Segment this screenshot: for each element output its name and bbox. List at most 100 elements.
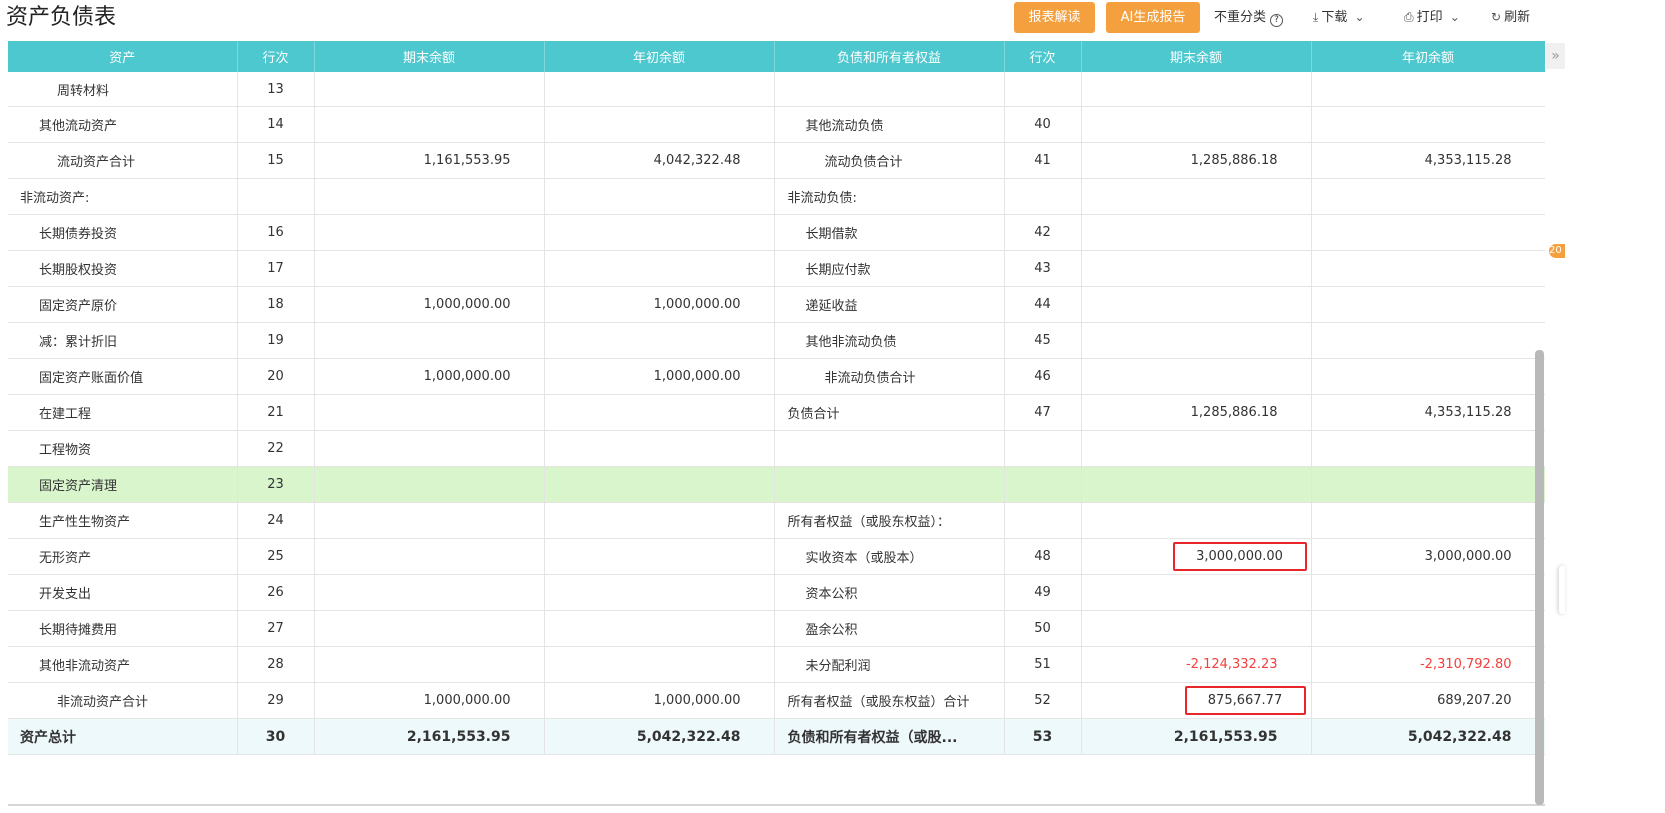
asset-ending-balance: [314, 574, 545, 611]
liability-beginning-balance: [1311, 574, 1545, 611]
asset-name: 资产总计: [8, 718, 238, 755]
print-menu[interactable]: ⎙ 打印 ⌄: [1404, 2, 1463, 33]
liability-beginning-balance: [1311, 358, 1545, 395]
asset-beginning-balance: 1,000,000.00: [544, 286, 775, 323]
liability-line-no: 42: [1004, 214, 1082, 251]
asset-ending-balance: 2,161,553.95: [314, 718, 545, 755]
table-row[interactable]: 长期待摊费用 27 盈余公积 50: [8, 610, 1545, 647]
asset-name: 无形资产: [8, 538, 238, 575]
table-header-row: 资产 行次 期末余额 年初余额 负债和所有者权益 行次 期末余额 年初余额: [8, 41, 1545, 72]
asset-beginning-balance: 1,000,000.00: [544, 358, 775, 395]
table-row[interactable]: 其他非流动资产 28 未分配利润 51 -2,124,332.23 -2,310…: [8, 646, 1545, 683]
liability-line-no: 41: [1004, 142, 1082, 179]
asset-name: 其他流动资产: [8, 106, 238, 143]
liability-ending-balance: [1081, 322, 1312, 359]
asset-line-no: 24: [237, 502, 315, 539]
table-row-selected[interactable]: 固定资产清理 23: [8, 466, 1545, 503]
table-row[interactable]: 工程物资 22: [8, 430, 1545, 467]
asset-beginning-balance: [544, 430, 775, 467]
liability-line-no: [1004, 502, 1082, 539]
asset-ending-balance: [314, 646, 545, 683]
liability-ending-balance-cell: 3,000,000.00: [1081, 538, 1312, 575]
highlighted-value-box[interactable]: 3,000,000.00: [1172, 542, 1307, 571]
asset-line-no: 19: [237, 322, 315, 359]
asset-name: 在建工程: [8, 394, 238, 431]
table-row[interactable]: 长期股权投资 17 长期应付款 43: [8, 250, 1545, 287]
table-row[interactable]: 无形资产 25 实收资本（或股本） 48 3,000,000.00 3,000,…: [8, 538, 1545, 575]
asset-ending-balance: [314, 214, 545, 251]
ai-report-button[interactable]: AI生成报告: [1106, 2, 1200, 33]
liability-name: 其他非流动负债: [774, 322, 1005, 359]
asset-line-no: 22: [237, 430, 315, 467]
print-icon: ⎙: [1404, 10, 1414, 24]
no-reclass-toggle[interactable]: 不重分类?: [1214, 2, 1284, 33]
liability-ending-balance: [1081, 250, 1312, 287]
highlighted-value-box[interactable]: 875,667.77: [1184, 686, 1306, 715]
asset-ending-balance: [314, 430, 545, 467]
table-row[interactable]: 周转材料 13: [8, 72, 1545, 107]
asset-name: 长期股权投资: [8, 250, 238, 287]
asset-line-no: 25: [237, 538, 315, 575]
report-interpret-button[interactable]: 报表解读: [1014, 2, 1095, 33]
liability-name: 长期借款: [774, 214, 1005, 251]
refresh-button[interactable]: ↻ 刷新: [1491, 2, 1530, 33]
asset-name: 固定资产账面价值: [8, 358, 238, 395]
asset-line-no: 13: [237, 72, 315, 107]
table-row[interactable]: 开发支出 26 资本公积 49: [8, 574, 1545, 611]
liability-name: 所有者权益（或股东权益）：: [774, 502, 1005, 539]
asset-ending-balance: [314, 322, 545, 359]
liability-beginning-balance: [1311, 610, 1545, 647]
liability-line-no: 40: [1004, 106, 1082, 143]
table-row[interactable]: 其他流动资产 14 其他流动负债 40: [8, 106, 1545, 143]
help-circle-icon[interactable]: ?: [1270, 14, 1284, 27]
asset-name: 固定资产原价: [8, 286, 238, 323]
liability-line-no: 51: [1004, 646, 1082, 683]
side-panel-handle[interactable]: [1559, 566, 1565, 614]
liability-beginning-balance: 4,353,115.28: [1311, 394, 1545, 431]
asset-ending-balance: [314, 178, 545, 215]
asset-beginning-balance: 5,042,322.48: [544, 718, 775, 755]
table-row-total[interactable]: 资产总计 30 2,161,553.95 5,042,322.48 负债和所有者…: [8, 718, 1545, 755]
table-row[interactable]: 固定资产原价 18 1,000,000.00 1,000,000.00 递延收益…: [8, 286, 1545, 323]
table-row[interactable]: 非流动资产合计 29 1,000,000.00 1,000,000.00 所有者…: [8, 682, 1545, 719]
asset-ending-balance: 1,000,000.00: [314, 286, 545, 323]
asset-ending-balance: 1,000,000.00: [314, 682, 545, 719]
liability-ending-balance: 1,285,886.18: [1081, 142, 1312, 179]
asset-line-no: 21: [237, 394, 315, 431]
asset-line-no: [237, 178, 315, 215]
table-row[interactable]: 固定资产账面价值 20 1,000,000.00 1,000,000.00 非流…: [8, 358, 1545, 395]
table-row[interactable]: 减：累计折旧 19 其他非流动负债 45: [8, 322, 1545, 359]
liability-name: 所有者权益（或股东权益）合计: [774, 682, 1005, 719]
asset-beginning-balance: [544, 538, 775, 575]
asset-line-no: 28: [237, 646, 315, 683]
liability-beginning-balance: [1311, 430, 1545, 467]
chevron-down-icon: ⌄: [1354, 10, 1365, 24]
table-row[interactable]: 流动资产合计 15 1,161,553.95 4,042,322.48 流动负债…: [8, 142, 1545, 179]
page-title: 资产负债表: [6, 5, 117, 30]
liability-line-no: [1004, 466, 1082, 503]
asset-line-no: 29: [237, 682, 315, 719]
asset-line-no: 16: [237, 214, 315, 251]
liability-ending-balance: [1081, 178, 1312, 215]
table-row[interactable]: 生产性生物资产 24 所有者权益（或股东权益）：: [8, 502, 1545, 539]
asset-line-no: 26: [237, 574, 315, 611]
download-menu[interactable]: ⤓ 下载 ⌄: [1313, 2, 1368, 33]
liability-beginning-balance-negative: -2,310,792.80: [1311, 646, 1545, 683]
table-row[interactable]: 非流动资产: 非流动负债:: [8, 178, 1545, 215]
asset-name: 非流动资产:: [8, 178, 238, 215]
asset-beginning-balance: [544, 72, 775, 107]
vertical-scrollbar[interactable]: [1535, 350, 1544, 805]
header-bar: 资产负债表 报表解读 AI生成报告 不重分类? ⤓ 下载 ⌄ ⎙ 打印 ⌄ ↻ 刷新: [0, 0, 1665, 38]
liability-name: 实收资本（或股本）: [774, 538, 1005, 575]
asset-beginning-balance: [544, 322, 775, 359]
refresh-icon: ↻: [1491, 10, 1502, 24]
collapse-right-icon[interactable]: »: [1546, 43, 1565, 69]
table-row[interactable]: 在建工程 21 负债合计 47 1,285,886.18 4,353,115.2…: [8, 394, 1545, 431]
asset-beginning-balance: [544, 106, 775, 143]
table-row[interactable]: 长期债券投资 16 长期借款 42: [8, 214, 1545, 251]
side-badge[interactable]: 20: [1549, 244, 1565, 258]
liability-name: 盈余公积: [774, 610, 1005, 647]
asset-name: 减：累计折旧: [8, 322, 238, 359]
liability-beginning-balance: [1311, 466, 1545, 503]
liability-line-no: [1004, 72, 1082, 107]
